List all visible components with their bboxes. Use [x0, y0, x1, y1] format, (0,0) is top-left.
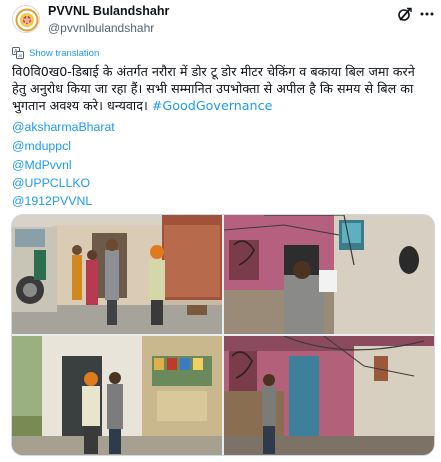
mention-link[interactable]: @aksharmaBharat — [12, 120, 115, 134]
tweet-text: वि0वि0ख0-डिबाई के अंतर्गत नरौरा में डोर … — [12, 64, 432, 114]
avatar[interactable] — [12, 5, 40, 33]
photo-4[interactable] — [224, 336, 434, 455]
tweet-header: PVVNL Bulandshahr @pvvnlbulandshahr — [0, 0, 441, 46]
photo-3[interactable] — [12, 336, 222, 455]
mention-link[interactable]: @MdPvvnl — [12, 158, 72, 172]
mention-link[interactable]: @1912PVVNL — [12, 194, 92, 208]
photo-2[interactable] — [224, 215, 434, 334]
media-grid — [11, 214, 435, 456]
mention-link[interactable]: @UPPCLLKO — [12, 176, 90, 190]
photo-1[interactable] — [12, 215, 222, 334]
svg-text:अ: अ — [18, 53, 22, 59]
show-translation-link[interactable]: A अ Show translation — [12, 46, 99, 60]
account-handle[interactable]: @pvvnlbulandshahr — [48, 21, 154, 35]
hashtag-link[interactable]: #GoodGovernance — [152, 98, 273, 113]
display-name[interactable]: PVVNL Bulandshahr — [48, 4, 169, 18]
show-translation-label: Show translation — [29, 47, 100, 59]
translate-icon: A अ — [12, 47, 24, 59]
pvvnl-logo-icon — [14, 7, 39, 32]
grok-icon[interactable] — [396, 5, 414, 23]
mention-link[interactable]: @mduppcl — [12, 139, 71, 153]
more-icon[interactable] — [418, 5, 436, 23]
